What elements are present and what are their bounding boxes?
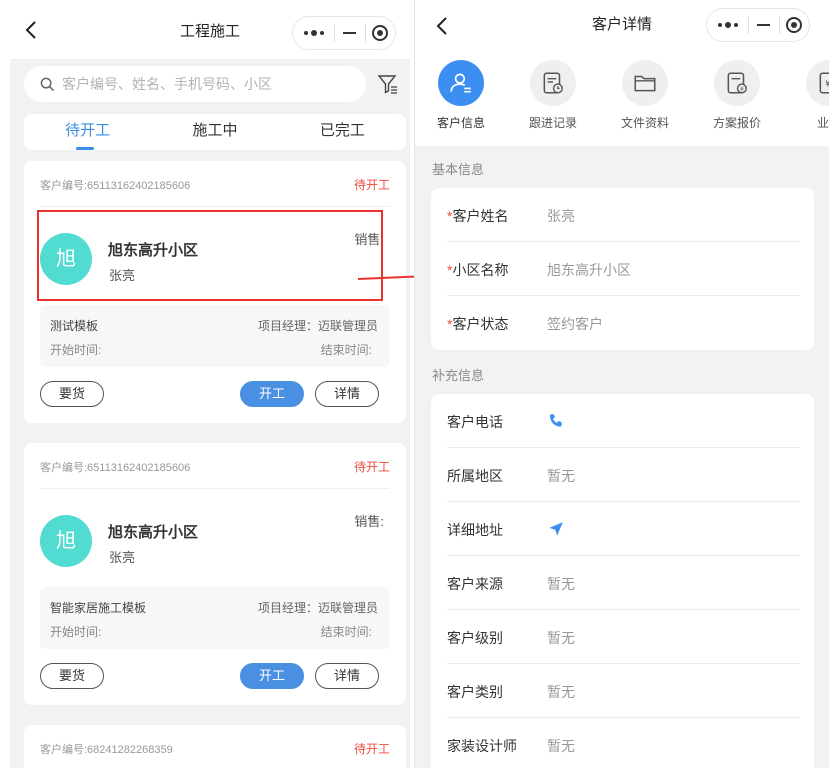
end-time: 结束时间:: [320, 625, 372, 639]
project-summary[interactable]: 旭 旭东高升小区 张亮 销售:: [24, 489, 406, 587]
community-name-value: 旭东高升小区: [547, 262, 631, 278]
start-time: 开始时间:: [50, 625, 102, 639]
end-time: 结束时间:: [320, 343, 372, 357]
svg-text:¥: ¥: [825, 79, 829, 89]
form-row-address[interactable]: 详细地址: [447, 502, 800, 556]
customer-name-value: 张亮: [547, 208, 575, 224]
form-row-customer-status[interactable]: *客户状态 签约客户: [447, 296, 800, 350]
mini-program-capsule: [292, 16, 396, 50]
form-row-designer[interactable]: 家装设计师 暂无: [447, 718, 800, 768]
svg-text:¥: ¥: [740, 86, 744, 93]
status-badge: 待开工: [353, 178, 390, 192]
status-tabs: 待开工 施工中 已完工: [24, 114, 406, 150]
form-row-category[interactable]: 客户类别 暂无: [447, 664, 800, 718]
avatar: 旭: [40, 515, 92, 567]
tab-customer-info[interactable]: 客户信息: [421, 60, 501, 131]
customer-name: 张亮: [109, 550, 136, 565]
start-work-button[interactable]: 开工: [240, 663, 304, 689]
section-title-basic: 基本信息: [432, 162, 485, 177]
tab-in-progress[interactable]: 施工中: [151, 114, 278, 150]
project-manager: 项目经理：迈联管理员: [257, 319, 378, 333]
status-badge: 待开工: [353, 460, 390, 474]
form-row-customer-name[interactable]: *客户姓名 张亮: [447, 188, 800, 242]
form-row-region[interactable]: 所属地区 暂无: [447, 448, 800, 502]
form-row-level[interactable]: 客户级别 暂无: [447, 610, 800, 664]
customer-status-value: 签约客户: [547, 316, 603, 332]
search-row: [24, 66, 404, 102]
tab-business[interactable]: ¥ 业务: [789, 60, 829, 131]
customer-detail-panel: 客户详情 客户信息 跟进记录 文件资料 ¥ 方案报价 业 基本信息 *客户姓名 …: [414, 0, 829, 768]
construction-list-panel: 工程施工 待开工 施工中 已完工 客户编号:65113162402185606 …: [10, 0, 410, 768]
nav-bar: 客户详情: [415, 0, 829, 50]
nav-bar: 工程施工: [10, 0, 410, 60]
more-icon[interactable]: [293, 30, 334, 36]
follow-record-icon: [530, 60, 576, 106]
business-icon: ¥: [806, 60, 829, 106]
detail-tabs: 客户信息 跟进记录 文件资料 ¥ 方案报价 ¥ 业务: [415, 50, 829, 146]
search-icon: [40, 77, 55, 92]
project-name: 旭东高升小区: [108, 524, 199, 541]
project-info: 测试模板 项目经理：迈联管理员 开始时间: 结束时间:: [40, 305, 390, 367]
project-manager: 项目经理：迈联管理员: [257, 601, 378, 615]
filter-icon[interactable]: [376, 72, 400, 96]
minimize-icon[interactable]: [335, 32, 364, 34]
template-name: 测试模板: [50, 319, 99, 333]
form-row-phone[interactable]: 客户电话: [447, 394, 800, 448]
detail-button[interactable]: 详情: [315, 663, 379, 689]
sales-label: 销售:: [354, 232, 384, 247]
status-badge: 待开工: [353, 742, 390, 756]
start-time: 开始时间:: [50, 343, 102, 357]
folder-icon: [622, 60, 668, 106]
quote-icon: ¥: [714, 60, 760, 106]
detail-button[interactable]: 详情: [315, 381, 379, 407]
customer-number: 客户编号:68241282268359: [40, 744, 173, 756]
template-name: 智能家居施工模板: [50, 601, 147, 615]
close-icon[interactable]: [366, 25, 395, 41]
basic-info-group: *客户姓名 张亮 *小区名称 旭东高升小区 *客户状态 签约客户: [431, 188, 814, 350]
phone-icon[interactable]: [547, 412, 565, 430]
project-info: 智能家居施工模板 项目经理：迈联管理员 开始时间: 结束时间:: [40, 587, 390, 649]
mini-program-capsule: [706, 8, 810, 42]
tab-follow-record[interactable]: 跟进记录: [513, 60, 593, 131]
start-work-button[interactable]: 开工: [240, 381, 304, 407]
extra-info-group: 客户电话 所属地区 暂无 详细地址 客户来源 暂无 客户级别 暂无 客户类别 暂…: [431, 394, 814, 768]
project-name: 旭东高升小区: [108, 242, 199, 259]
close-icon[interactable]: [780, 17, 809, 33]
section-title-extra: 补充信息: [432, 368, 485, 383]
request-goods-button[interactable]: 要货: [40, 381, 104, 407]
customer-number: 客户编号:65113162402185606: [40, 180, 191, 192]
avatar: 旭: [40, 233, 92, 285]
form-row-source[interactable]: 客户来源 暂无: [447, 556, 800, 610]
search-input[interactable]: [62, 66, 352, 102]
tab-pending[interactable]: 待开工: [24, 114, 151, 150]
tab-completed[interactable]: 已完工: [279, 114, 406, 150]
customer-name: 张亮: [109, 268, 136, 283]
project-card: 客户编号:65113162402185606 待开工 旭 旭东高升小区 张亮 销…: [24, 161, 406, 423]
search-box: [24, 66, 366, 102]
request-goods-button[interactable]: 要货: [40, 663, 104, 689]
more-icon[interactable]: [707, 22, 748, 28]
customer-number: 客户编号:65113162402185606: [40, 462, 191, 474]
project-summary[interactable]: 旭 旭东高升小区 张亮 销售:: [24, 207, 406, 305]
tab-quote[interactable]: ¥ 方案报价: [697, 60, 777, 131]
sales-label: 销售:: [354, 514, 384, 529]
customer-icon: [438, 60, 484, 106]
project-card: 客户编号:65113162402185606 待开工 旭 旭东高升小区 张亮 销…: [24, 443, 406, 705]
minimize-icon[interactable]: [749, 24, 778, 26]
tab-files[interactable]: 文件资料: [605, 60, 685, 131]
location-icon[interactable]: [547, 520, 565, 538]
project-card: 客户编号:68241282268359 待开工: [24, 725, 406, 768]
form-row-community-name[interactable]: *小区名称 旭东高升小区: [447, 242, 800, 296]
